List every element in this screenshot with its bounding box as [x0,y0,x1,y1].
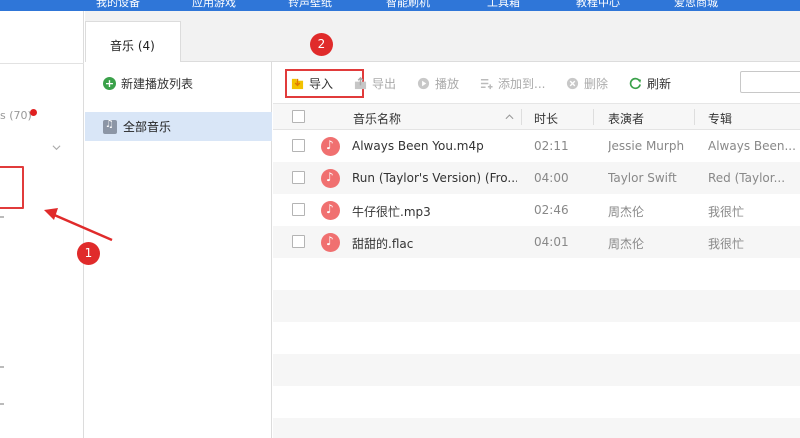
step-badge-1: 1 [77,242,100,265]
step-badge-2: 2 [310,33,333,56]
annotation-arrow [44,208,113,242]
